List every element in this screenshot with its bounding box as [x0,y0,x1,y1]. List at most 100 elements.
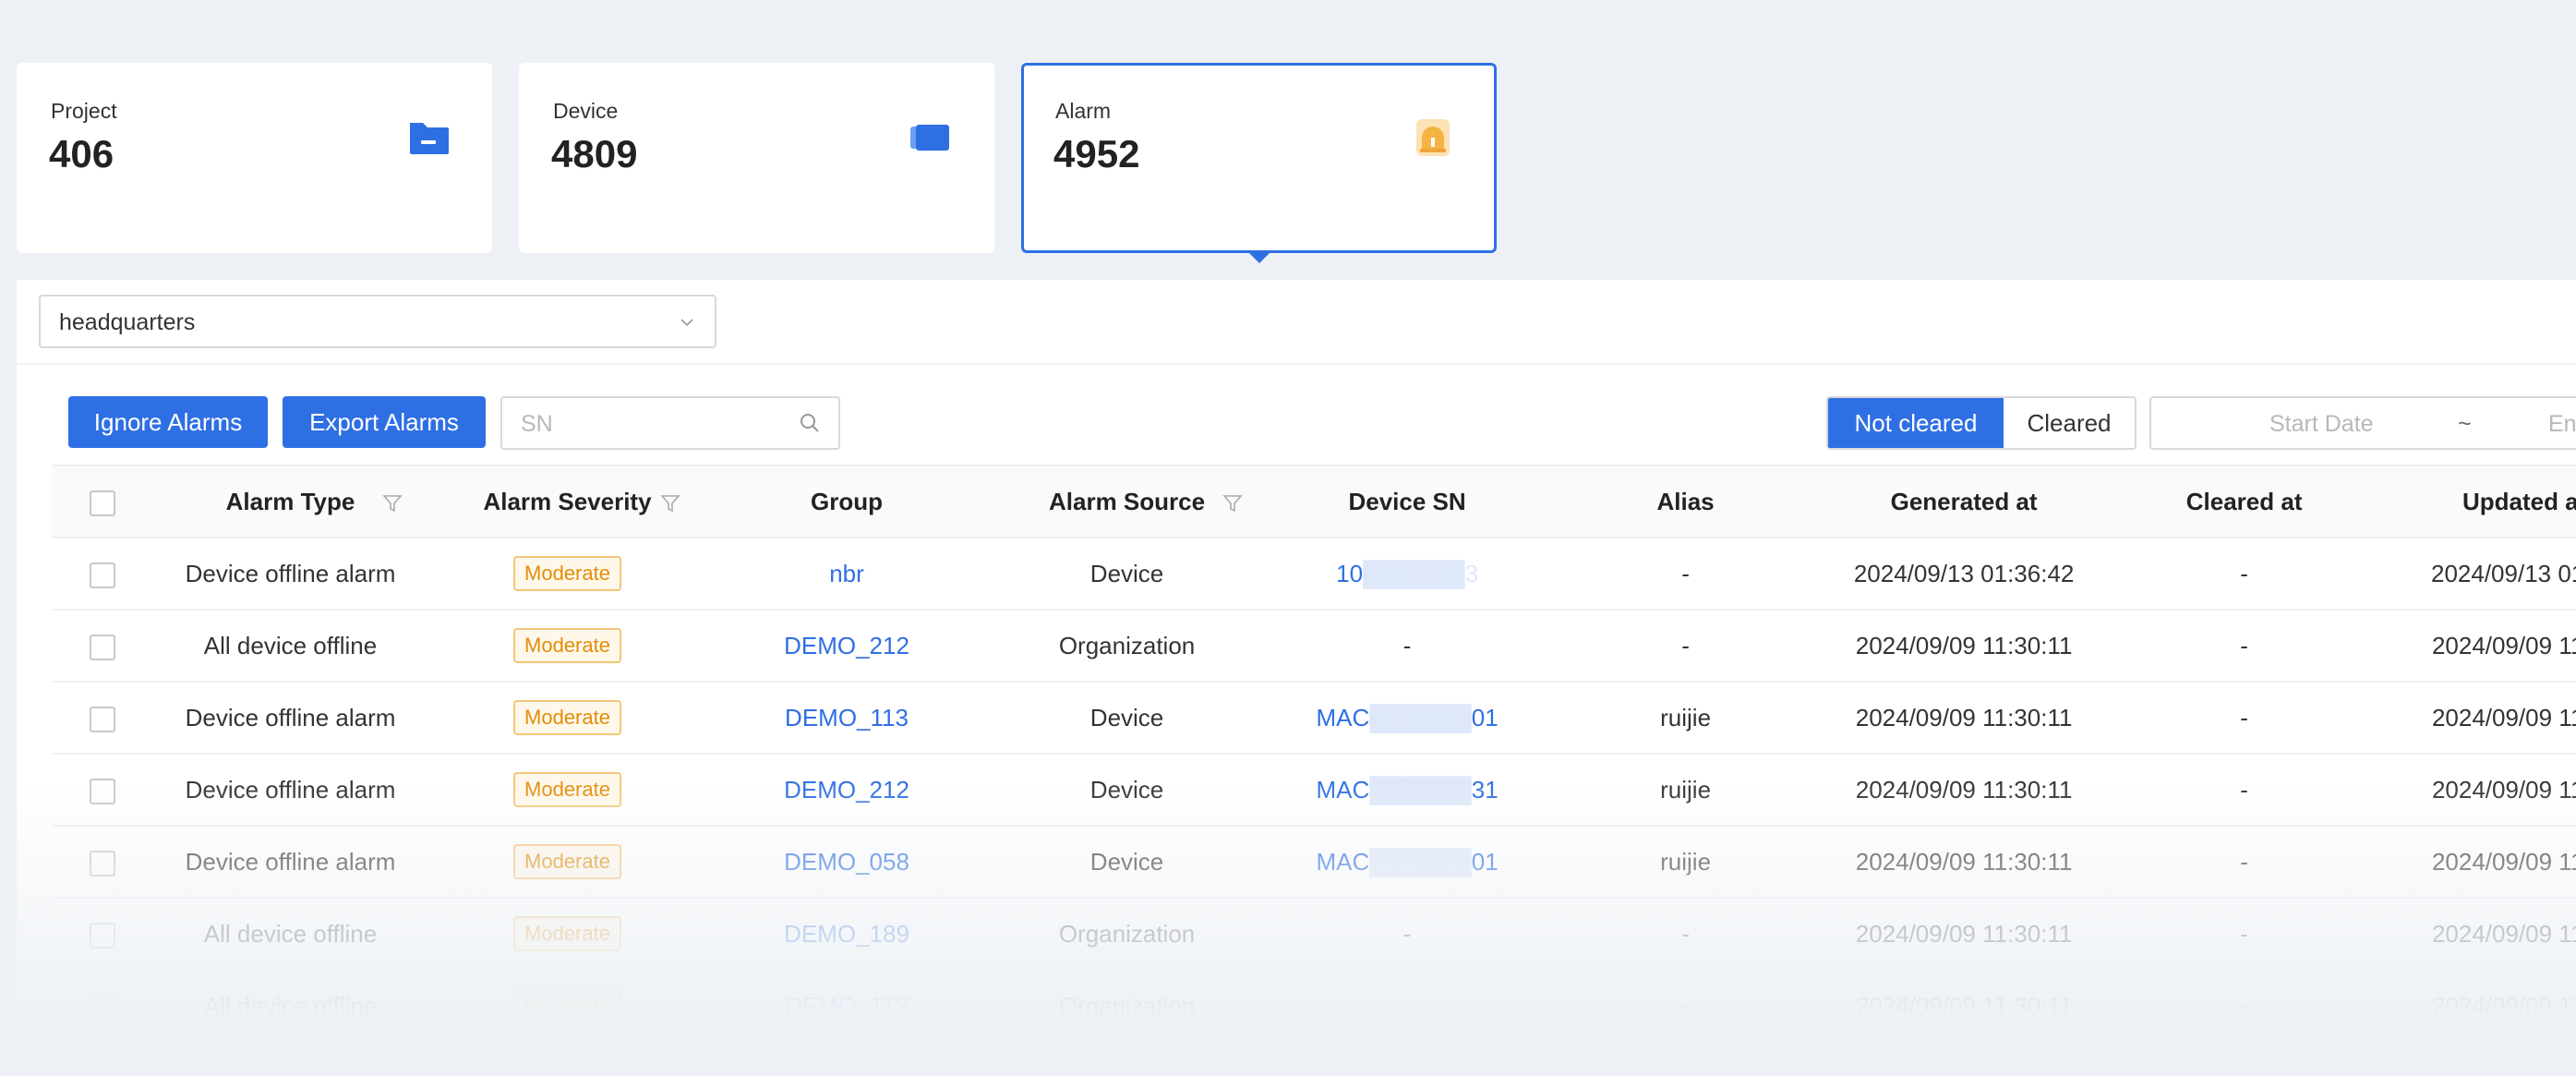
generated-at-cell: 2024/09/09 11:30:11 [1824,970,2104,1019]
severity-badge: Moderate [513,916,621,951]
filter-icon[interactable] [1222,493,1244,514]
search-icon[interactable] [798,411,822,435]
col-generated-at: Generated at [1824,465,2104,538]
generated-at-cell: 2024/09/09 11:30:11 [1824,898,2104,971]
alarm-type-cell: Device offline alarm [152,682,428,755]
table-row[interactable]: All device offline Moderate DEMO_113 Org… [52,970,2576,1019]
column-header: Group [811,487,884,515]
group-cell: DEMO_212 [706,610,987,683]
alarm-table: Alarm Type Alarm Severity Group Alarm So… [52,465,2576,1019]
filter-icon[interactable] [381,493,403,514]
row-checkbox[interactable] [89,994,115,1019]
alarm-source-cell: Device [986,538,1268,611]
severity-cell: Moderate [427,682,707,755]
severity-cell: Moderate [427,970,707,1019]
updated-at-cell: 2024/09/09 11:30 [2384,682,2576,755]
search-placeholder: SN [521,411,553,437]
column-header: Cleared at [2185,487,2303,515]
row-checkbox[interactable] [89,778,115,804]
group-link[interactable]: DEMO_113 [785,704,909,731]
folder-icon [410,123,449,154]
sn-search-input[interactable]: SN [500,396,840,450]
severity-cell: Moderate [427,610,707,683]
cleared-at-cell: - [2103,682,2385,755]
severity-cell: Moderate [427,538,707,611]
select-all-checkbox[interactable] [89,490,115,516]
row-select-cell [52,538,153,611]
range-separator: ~ [2458,411,2472,437]
group-link[interactable]: DEMO_113 [785,992,909,1020]
project-select[interactable]: headquarters [39,295,716,348]
start-date-placeholder: Start Date [2269,411,2374,437]
group-link[interactable]: DEMO_212 [784,776,909,804]
device-sn-cell: - [1267,970,1547,1019]
group-link[interactable]: DEMO_189 [784,920,909,948]
severity-cell: Moderate [427,826,707,899]
filter-icon[interactable] [660,493,681,514]
not-cleared-tab[interactable]: Not cleared [1828,398,2004,448]
device-sn-cell: 10██████3 [1267,538,1547,611]
project-select-value: headquarters [59,309,196,335]
column-header: Generated at [1890,487,2038,515]
table-row[interactable]: All device offline Moderate DEMO_189 Org… [52,898,2576,971]
col-cleared-at: Cleared at [2103,465,2385,538]
cleared-at-cell: - [2103,538,2385,611]
updated-at-cell: 2024/09/09 11:30 [2384,898,2576,971]
alarm-type-cell: All device offline [152,970,428,1019]
device-sn-link[interactable]: 10██████3 [1336,560,1478,587]
group-link[interactable]: DEMO_058 [784,848,909,876]
row-select-cell [52,610,153,683]
group-cell: DEMO_189 [706,898,987,971]
alias-cell: ruijie [1547,826,1824,899]
device-sn-prefix: MAC [1316,847,1370,876]
table-row[interactable]: Device offline alarm Moderate DEMO_113 D… [52,682,2576,755]
row-checkbox[interactable] [89,850,115,877]
row-checkbox[interactable] [89,706,115,732]
severity-badge: Moderate [513,556,621,591]
row-checkbox[interactable] [89,634,115,660]
generated-at-cell: 2024/09/13 01:36:42 [1824,538,2104,611]
group-link[interactable]: nbr [829,560,864,587]
panel-header: headquarters [17,280,2576,365]
device-sn-prefix: MAC [1316,703,1370,731]
row-checkbox[interactable] [89,922,115,949]
cleared-tab[interactable]: Cleared [2004,398,2135,448]
device-sn-prefix: MAC [1316,775,1370,804]
alarm-type-cell: Device offline alarm [152,754,428,827]
table-row[interactable]: Device offline alarm Moderate DEMO_212 D… [52,754,2576,827]
alarm-type-cell: Device offline alarm [152,538,428,611]
alarm-source-cell: Organization [986,970,1268,1019]
ignore-alarms-button[interactable]: Ignore Alarms [68,396,268,448]
column-header: Alarm Type [225,487,355,515]
device-sn-suffix: 01 [1471,703,1499,731]
device-sn-suffix: 01 [1471,847,1499,876]
alarm-light-icon [1416,119,1450,156]
alias-cell: - [1547,538,1824,611]
stat-value: 406 [49,132,114,175]
table-row[interactable]: Device offline alarm Moderate nbr Device… [52,538,2576,611]
column-header: Alarm Source [1049,487,1206,515]
column-header: Alarm Severity [483,487,652,515]
col-updated-at: Updated at [2384,465,2576,538]
table-header-row: Alarm Type Alarm Severity Group Alarm So… [52,465,2576,538]
severity-badge: Moderate [513,844,621,879]
group-link[interactable]: DEMO_212 [784,632,909,659]
device-sn-link[interactable]: MAC██████01 [1316,704,1498,731]
alarm-toolbar: Ignore Alarms Export Alarms SN Not clear… [52,396,2576,450]
device-sn-link[interactable]: MAC██████01 [1316,848,1498,876]
stats-row: Project 406 Device 4809 Alarm 4952 [17,63,1497,253]
device-sn-link[interactable]: MAC██████31 [1316,776,1498,804]
date-range-picker[interactable]: Start Date ~ End [2149,396,2576,450]
cleared-at-cell: - [2103,826,2385,899]
device-sn-suffix: 31 [1471,775,1499,804]
row-checkbox[interactable] [89,562,115,588]
table-row[interactable]: All device offline Moderate DEMO_212 Org… [52,610,2576,683]
col-alarm-severity: Alarm Severity [427,465,707,538]
device-stat-card[interactable]: Device 4809 [519,63,994,253]
export-alarms-button[interactable]: Export Alarms [283,396,486,448]
alarm-stat-card[interactable]: Alarm 4952 [1021,63,1497,253]
device-icon [910,125,949,151]
table-row[interactable]: Device offline alarm Moderate DEMO_058 D… [52,826,2576,899]
project-stat-card[interactable]: Project 406 [17,63,492,253]
stat-value: 4952 [1053,132,1140,175]
